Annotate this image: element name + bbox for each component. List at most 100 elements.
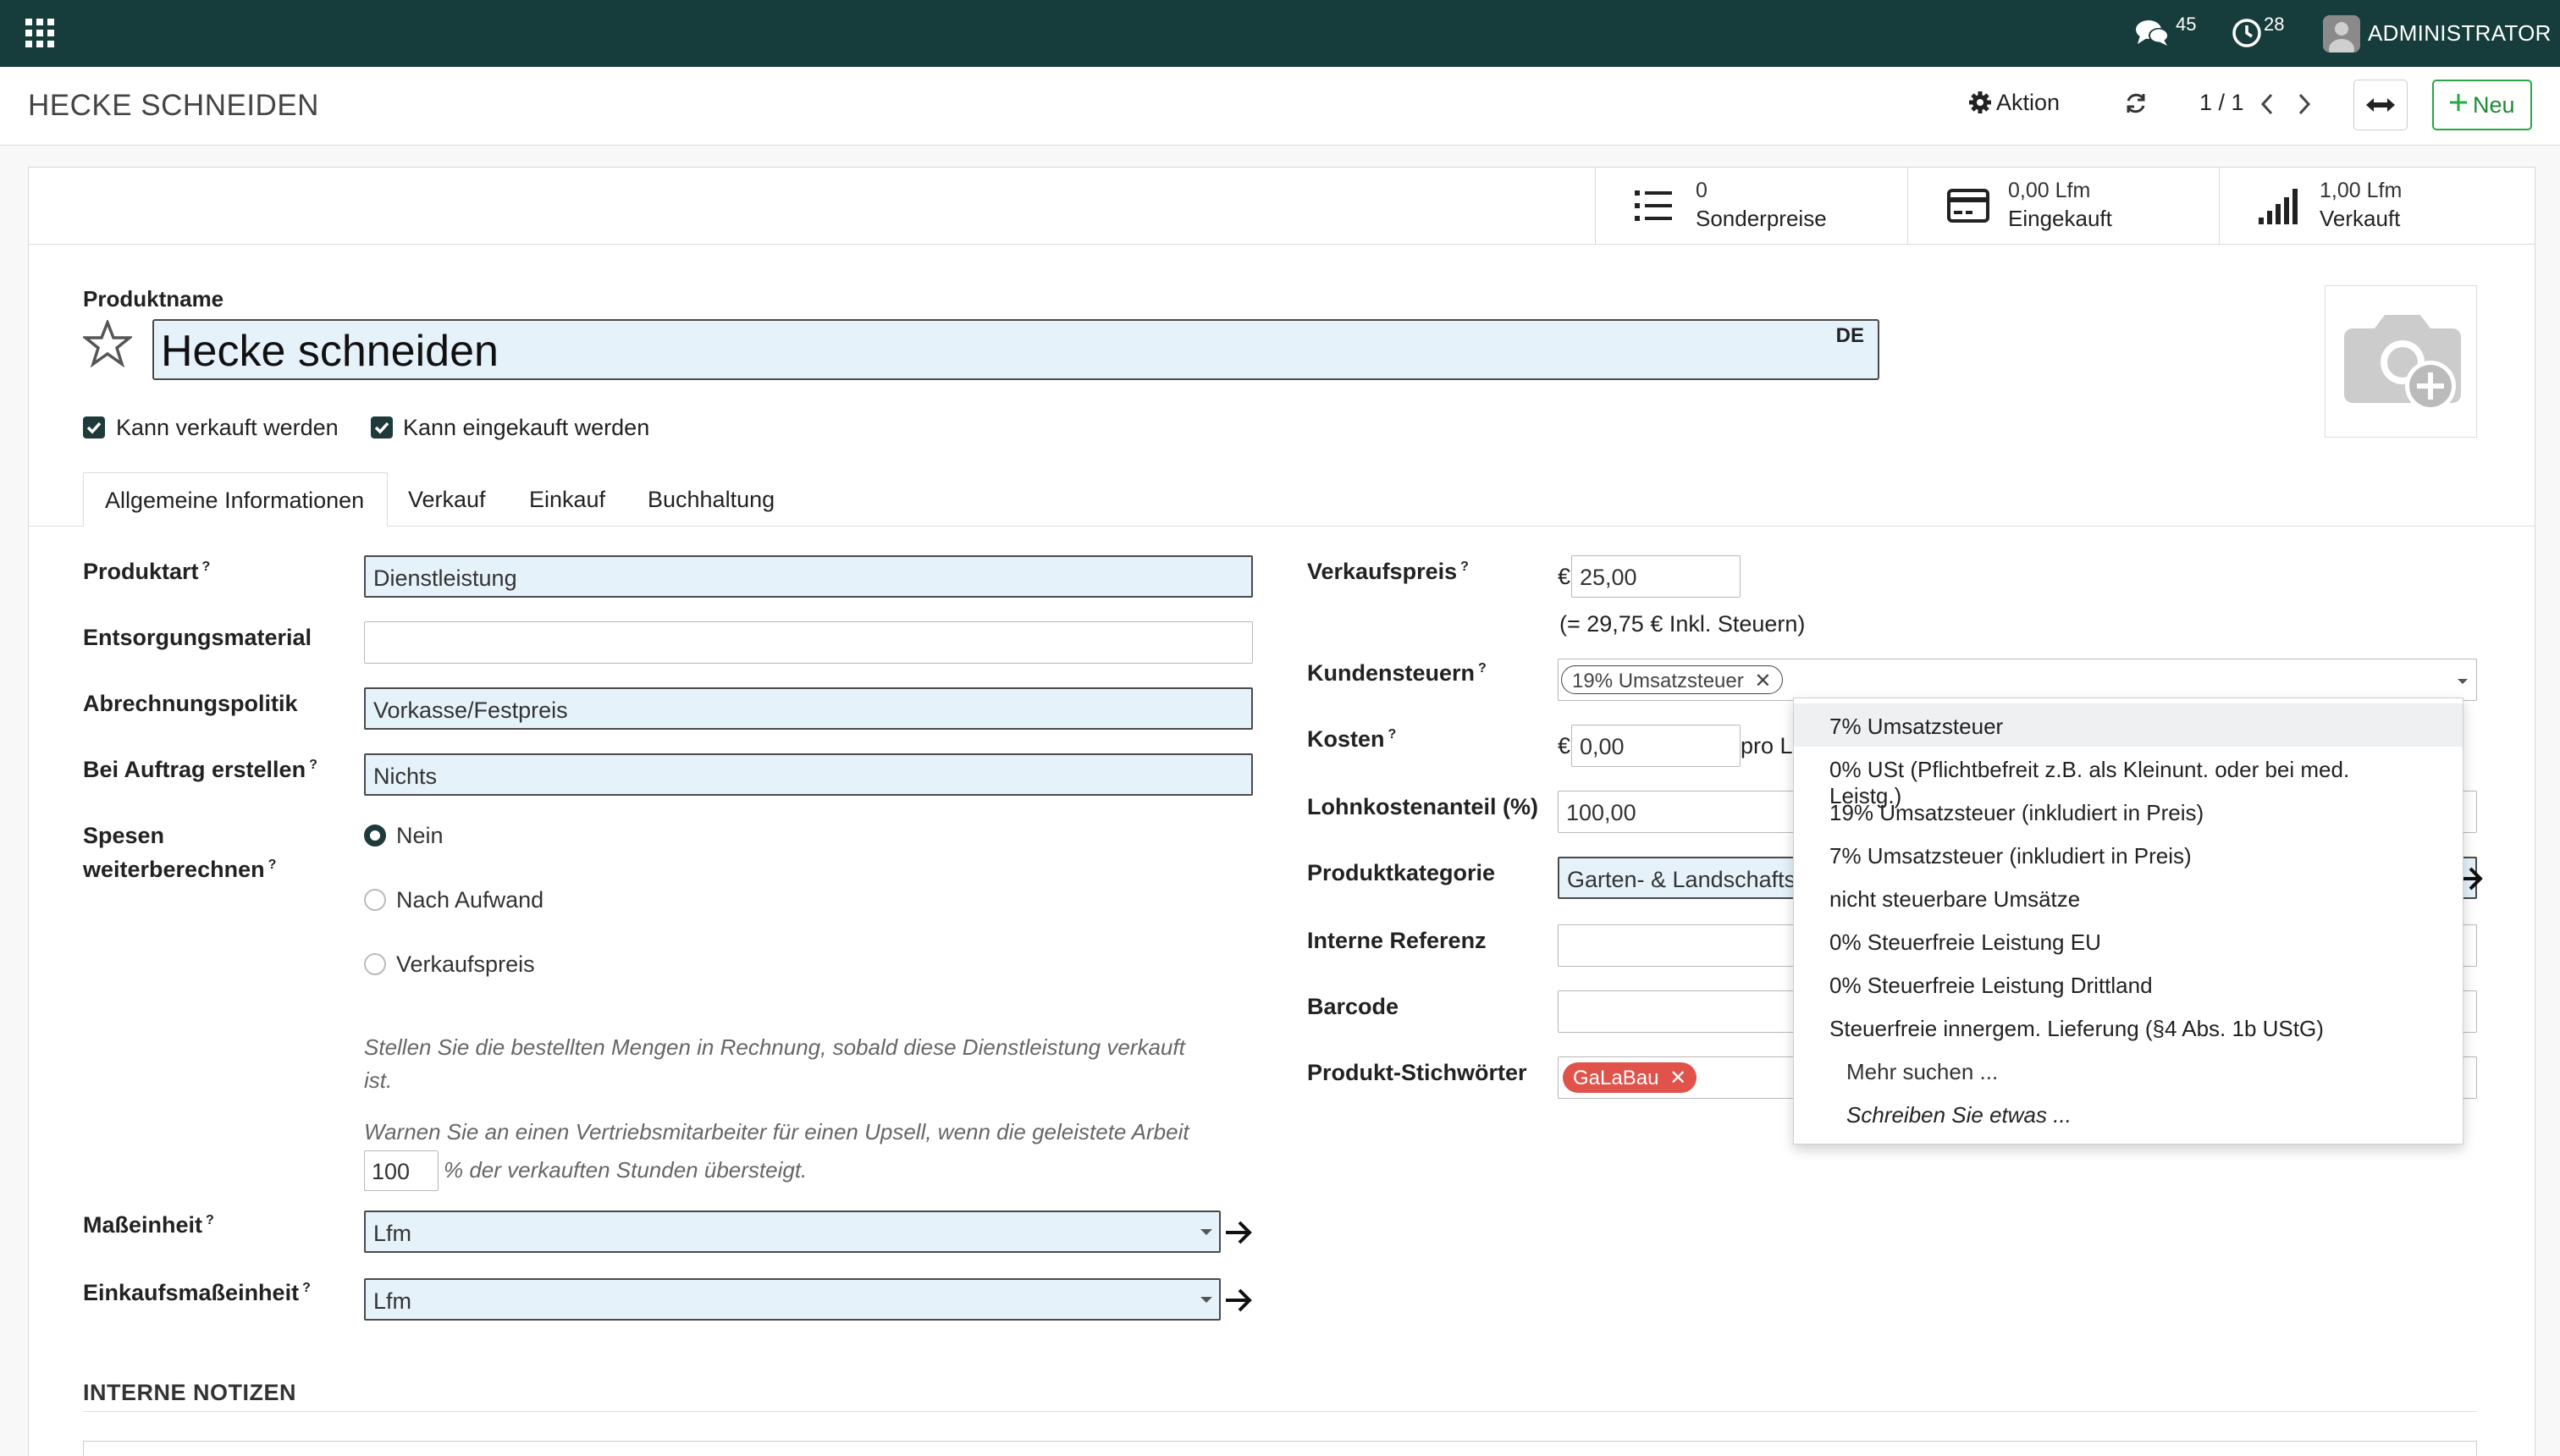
tax-autocomplete-dropdown: 7% Umsatzsteuer 0% USt (Pflichtbefreit z… xyxy=(1793,698,2463,1144)
list-icon xyxy=(1635,189,1672,223)
currency-symbol: € xyxy=(1558,564,1571,589)
cost-label: Kosten? xyxy=(1307,726,1397,752)
pager-value[interactable]: 1 / 1 xyxy=(2199,90,2244,116)
expense-option-sales-price-label: Verkaufspreis xyxy=(396,951,535,977)
chevron-left-icon[interactable] xyxy=(2259,92,2276,116)
product-name-value: Hecke schneiden xyxy=(161,327,499,376)
can-be-purchased-checkbox[interactable] xyxy=(371,416,393,438)
user-menu[interactable]: ADMINISTRATOR xyxy=(2368,20,2552,47)
stat-button-sold[interactable]: 1,00 Lfm Verkauft xyxy=(2219,167,2532,245)
uom-external-link-icon[interactable] xyxy=(1224,1220,1253,1245)
dropdown-option[interactable]: 7% Umsatzsteuer (inkludiert in Preis) xyxy=(1794,833,2463,876)
invoicing-hint-line-1: Stellen Sie die bestellten Mengen in Rec… xyxy=(364,1034,1185,1060)
dropdown-option[interactable]: nicht steuerbare Umsätze xyxy=(1794,876,2463,919)
purchase-uom-value: Lfm xyxy=(373,1288,412,1314)
tab-purchase[interactable]: Einkauf xyxy=(529,472,605,527)
control-panel: HECKE SCHNEIDEN Aktion 1 / 1 Neu xyxy=(0,67,2560,146)
messages-count-badge: 45 xyxy=(2176,14,2197,35)
product-tags-label: Produkt-Stichwörter xyxy=(1307,1060,1527,1085)
product-category-label: Produktkategorie xyxy=(1307,860,1496,885)
internal-notes-editor[interactable] xyxy=(83,1441,2477,1456)
expense-option-no-label: Nein xyxy=(396,823,444,848)
dropdown-option[interactable]: 0% USt (Pflichtbefreit z.B. als Kleinunt… xyxy=(1794,747,2463,808)
invoicing-policy-label: Abrechnungspolitik xyxy=(83,691,298,716)
caret-down-icon xyxy=(1200,1295,1212,1304)
gear-icon[interactable] xyxy=(1969,91,1991,113)
disposal-material-input[interactable] xyxy=(364,621,1253,664)
refresh-icon[interactable] xyxy=(2123,91,2149,116)
invoicing-policy-select[interactable]: Vorkasse/Festpreis xyxy=(364,687,1253,730)
activities-count-badge: 28 xyxy=(2264,14,2285,35)
product-name-label: Produktname xyxy=(83,286,224,312)
remove-tag-icon[interactable]: ✕ xyxy=(1754,670,1771,692)
create-on-order-select[interactable]: Nichts xyxy=(364,753,1253,796)
write-something-option[interactable]: Schreiben Sie etwas ... xyxy=(1794,1092,2463,1135)
expense-radio-at-cost[interactable] xyxy=(364,889,386,911)
purchase-uom-label: Einkaufsmaßeinheit? xyxy=(83,1280,311,1305)
product-type-select[interactable]: Dienstleistung xyxy=(364,555,1253,598)
internal-reference-label: Interne Referenz xyxy=(1307,928,1487,953)
messages-icon[interactable] xyxy=(2135,19,2171,47)
plus-icon xyxy=(2449,93,2468,112)
purchase-uom-external-link-icon[interactable] xyxy=(1224,1288,1253,1313)
remove-tag-icon[interactable]: ✕ xyxy=(1669,1067,1686,1089)
can-be-sold-checkbox[interactable] xyxy=(83,416,105,438)
favorite-star-icon[interactable] xyxy=(83,320,132,367)
product-image[interactable] xyxy=(2325,285,2477,438)
page-title: HECKE SCHNEIDEN xyxy=(28,89,319,122)
reinvoice-expenses-label-2: weiterberechnen? xyxy=(83,857,277,882)
tab-general-information[interactable]: Allgemeine Informationen xyxy=(83,472,388,527)
new-button-label: Neu xyxy=(2473,92,2515,118)
stat-label: Verkauft xyxy=(2320,206,2401,231)
action-button[interactable]: Aktion xyxy=(1996,90,2060,116)
credit-card-icon xyxy=(1947,189,1989,223)
expense-radio-no[interactable] xyxy=(364,825,386,847)
expense-option-at-cost-label: Nach Aufwand xyxy=(396,887,544,913)
disposal-material-label: Entsorgungsmaterial xyxy=(83,625,312,650)
can-be-purchased-label: Kann eingekauft werden xyxy=(403,415,650,440)
price-incl-taxes: (= 29,75 € Inkl. Steuern) xyxy=(1559,611,1806,637)
stat-button-purchased[interactable]: 0,00 Lfm Eingekauft xyxy=(1907,167,2221,245)
add-photo-icon xyxy=(2344,315,2461,411)
apps-menu-icon[interactable] xyxy=(25,19,54,47)
sale-price-input[interactable]: 25,00 xyxy=(1571,555,1741,598)
cost-unit-suffix: pro L xyxy=(1741,733,1793,758)
tabs-divider xyxy=(28,526,2535,527)
purchase-uom-select[interactable]: Lfm xyxy=(364,1278,1221,1321)
stat-value: 1,00 Lfm xyxy=(2320,179,2403,202)
upsell-hint: Warnen Sie an einen Vertriebsmitarbeiter… xyxy=(364,1119,1189,1144)
caret-down-icon xyxy=(1200,1227,1212,1236)
stat-button-special-prices[interactable]: 0 Sonderpreise xyxy=(1595,167,1908,245)
dropdown-option[interactable]: Steuerfreie innergem. Lieferung (§4 Abs.… xyxy=(1794,1006,2463,1049)
stat-label: Eingekauft xyxy=(2008,206,2112,231)
expand-button[interactable] xyxy=(2353,80,2408,130)
signal-icon xyxy=(2259,189,2301,224)
tab-sales[interactable]: Verkauf xyxy=(408,472,486,527)
invoicing-hint-line-2: ist. xyxy=(364,1067,393,1093)
search-more-option[interactable]: Mehr suchen ... xyxy=(1794,1049,2463,1092)
chevron-right-icon[interactable] xyxy=(2296,92,2313,116)
internal-notes-heading: INTERNE NOTIZEN xyxy=(83,1380,297,1405)
new-button[interactable]: Neu xyxy=(2432,80,2532,130)
tab-accounting[interactable]: Buchhaltung xyxy=(648,472,775,527)
labor-cost-share-label: Lohnkostenanteil (%) xyxy=(1307,794,1539,819)
product-tag: GaLaBau ✕ xyxy=(1563,1062,1697,1093)
uom-select[interactable]: Lfm xyxy=(364,1211,1221,1253)
sale-price-label: Verkaufspreis? xyxy=(1307,559,1469,584)
upsell-percent-input[interactable]: 100 xyxy=(364,1150,439,1191)
stat-value: 0 xyxy=(1696,179,1708,202)
reinvoice-expenses-label-1: Spesen xyxy=(83,823,165,848)
dropdown-option[interactable]: 0% Steuerfreie Leistung EU xyxy=(1794,919,2463,962)
top-navbar: 45 28 ADMINISTRATOR xyxy=(0,0,2560,67)
customer-tax-tag: 19% Umsatzsteuer ✕ xyxy=(1561,665,1783,694)
dropdown-option[interactable]: 7% Umsatzsteuer xyxy=(1794,703,2463,747)
product-name-input[interactable]: Hecke schneiden DE xyxy=(152,319,1879,380)
cost-currency-symbol: € xyxy=(1558,733,1571,758)
clock-icon[interactable] xyxy=(2232,18,2262,48)
dropdown-option[interactable]: 0% Steuerfreie Leistung Drittland xyxy=(1794,962,2463,1006)
avatar[interactable] xyxy=(2323,15,2360,52)
cost-input[interactable]: 0,00 xyxy=(1571,725,1741,767)
expense-radio-sales-price[interactable] xyxy=(364,953,386,975)
language-badge[interactable]: DE xyxy=(1836,324,1864,348)
dropdown-option[interactable]: 19% Umsatzsteuer (inkludiert in Preis) xyxy=(1794,790,2463,833)
